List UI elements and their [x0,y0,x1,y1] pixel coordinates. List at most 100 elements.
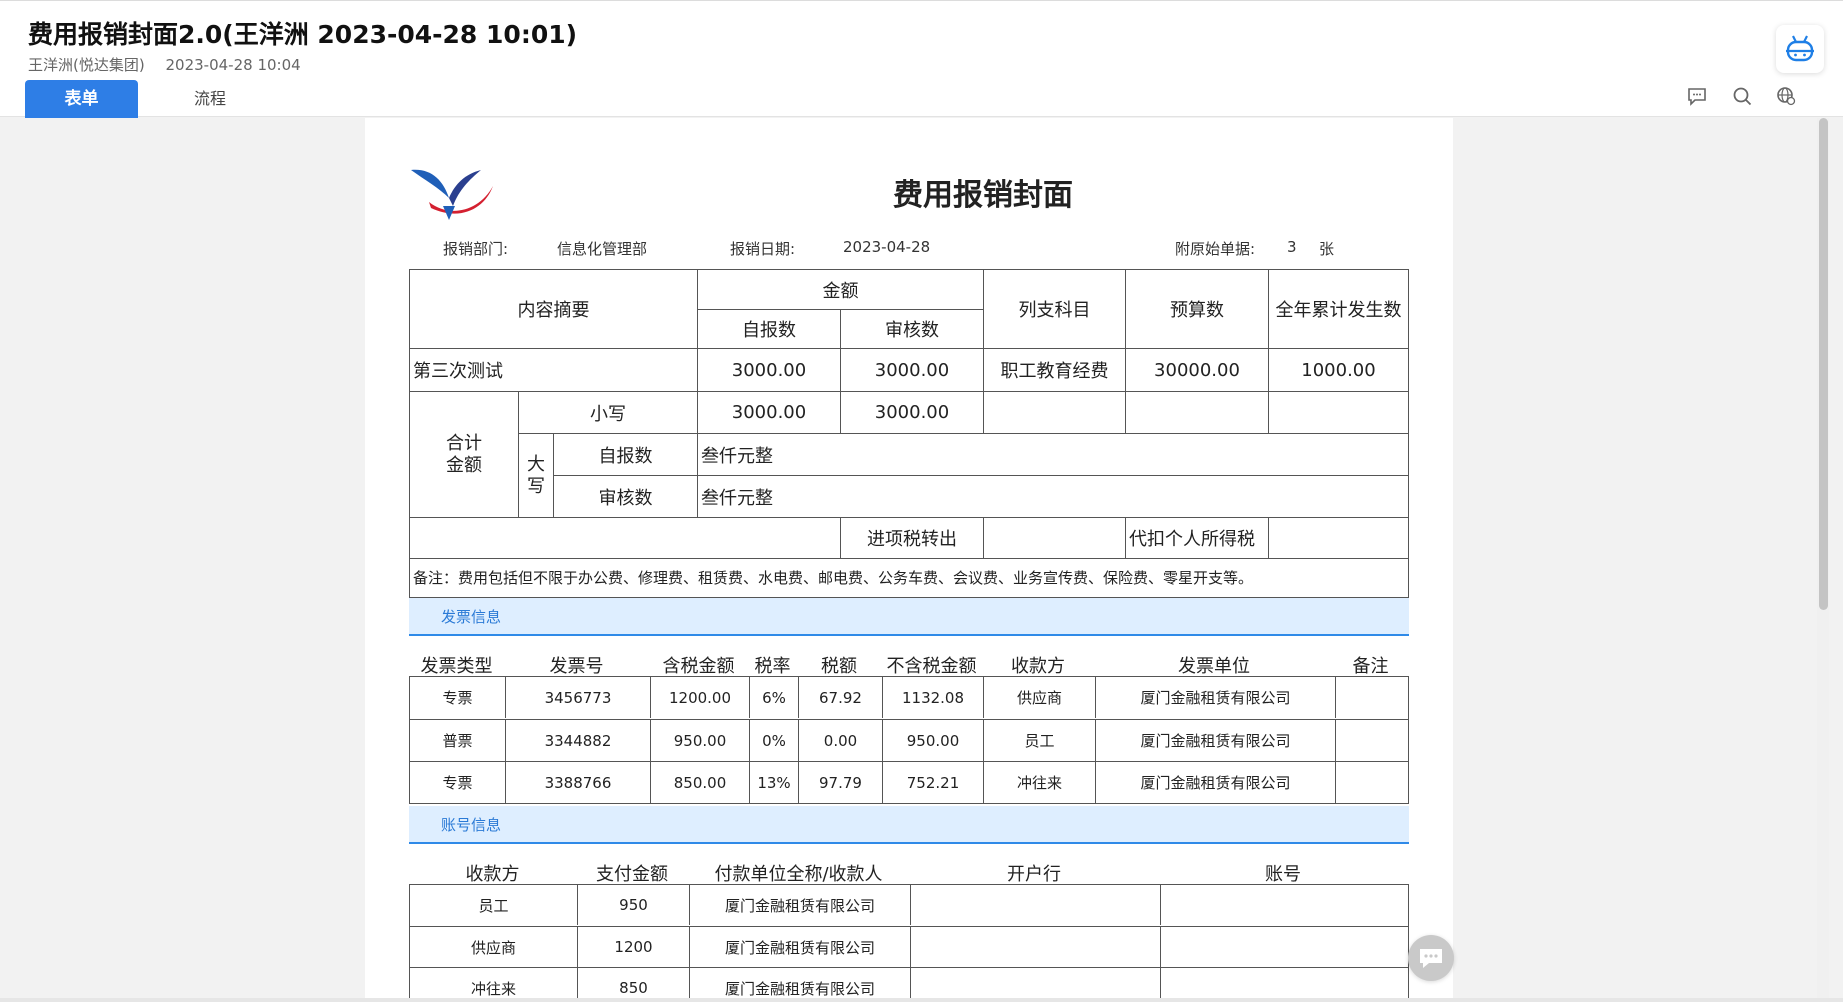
author-name: 王洋洲(悦达集团) [28,56,145,74]
big-label-line1: 大 [527,453,545,475]
invoice-col-header: 不含税金额 [886,656,977,677]
invoice-cell: 67.92 [798,677,882,718]
account-cell: 厦门金融租赁有限公司 [689,927,910,967]
globe-settings-icon[interactable] [1775,85,1797,107]
account-cell [910,968,1160,1002]
page-title: 费用报销封面2.0(王洋洲 2023-04-28 10:01) [28,20,578,49]
dept-value: 信息化管理部 [557,240,648,258]
tax-empty-left [410,517,840,558]
invoice-col-header: 发票单位 [1178,656,1250,677]
account-cell: 厦门金融租赁有限公司 [689,968,910,1002]
account-col-header: 收款方 [465,864,520,885]
account-section-header[interactable]: 账号信息 [409,806,1409,844]
header-yearly: 全年累计发生数 [1268,270,1408,348]
chat-bubble-icon [1420,949,1442,968]
big-label: 大 写 [518,433,553,517]
big-self-value: 叁仟元整 [697,433,1408,475]
big-label-line2: 写 [527,475,545,497]
invoice-col-header: 含税金额 [662,656,735,677]
invoice-section-header[interactable]: 发票信息 [409,598,1409,636]
invoice-cell: 员工 [983,720,1095,761]
invoice-cell: 1200.00 [650,677,749,718]
account-col-header: 账号 [1265,864,1301,885]
row-subject: 职工教育经费 [983,348,1125,391]
invoice-cell: 0.00 [798,720,882,761]
bottom-divider [0,998,1843,1002]
invoice-cell: 850.00 [650,762,749,803]
form-document: 费用报销封面 报销部门: 信息化管理部 报销日期: 2023-04-28 附原始… [365,118,1453,1002]
invoice-cell: 1132.08 [882,677,983,718]
small-label: 小写 [518,391,697,433]
account-row: 冲往来 850 厦门金融租赁有限公司 [410,967,1408,1002]
attach-label: 附原始单据: [1175,240,1256,258]
tax-out-label: 进项税转出 [840,517,983,558]
row-budget: 30000.00 [1125,348,1268,391]
small-empty-yearly [1268,391,1408,433]
assistant-robot-icon[interactable] [1776,25,1824,73]
invoice-cell: 专票 [442,689,473,707]
invoice-col-header: 税额 [821,656,857,677]
invoice-cell: 供应商 [983,677,1095,718]
tax-personal-label: 代扣个人所得税 [1125,517,1268,558]
tax-out-value [983,517,1125,558]
small-self: 3000.00 [697,391,840,433]
invoice-cell: 3456773 [505,677,650,718]
header-amount: 金额 [697,270,983,309]
tab-flow[interactable]: 流程 [170,80,250,118]
total-label-line2: 金额 [446,454,482,476]
dept-label: 报销部门: [443,240,509,258]
date-label: 报销日期: [730,240,796,258]
account-cell: 供应商 [470,938,516,957]
big-audit-value: 叁仟元整 [697,475,1408,517]
total-label-line1: 合计 [446,432,482,454]
row-audit: 3000.00 [840,348,983,391]
small-audit: 3000.00 [840,391,983,433]
header-self: 自报数 [697,309,840,348]
account-cell [910,885,1160,925]
tab-form[interactable]: 表单 [25,80,138,118]
total-amount-label: 合计 金额 [410,391,518,517]
invoice-cell: 950.00 [882,720,983,761]
invoice-cell: 专票 [442,774,473,792]
invoice-cell: 3388766 [505,762,650,803]
account-col-header: 开户行 [1007,864,1061,885]
chat-float-button[interactable] [1408,935,1454,981]
top-header: 费用报销封面2.0(王洋洲 2023-04-28 10:01) 王洋洲(悦达集团… [0,0,1843,118]
invoice-row: 专票 3388766 850.00 13% 97.79 752.21 冲往来 厦门金融租赁有限… [410,761,1408,803]
invoice-col-header: 发票号 [549,656,604,677]
account-cell: 1200 [577,927,689,967]
attach-count: 3 [1287,238,1297,256]
summary-table: 内容摘要 金额 自报数 审核数 列支科目 预算数 全年累计发生数 第三次测试 3… [409,269,1409,559]
invoice-row: 普票 3344882 950.00 0% 0.00 950.00 员工 厦门金融租赁有限公司 [410,719,1408,761]
tax-personal-value [1268,517,1408,558]
row-content: 第三次测试 [410,348,697,391]
comment-icon[interactable] [1686,85,1708,107]
invoice-cell: 厦门金融租赁有限公司 [1095,720,1335,761]
small-empty-subject [983,391,1125,433]
account-cell: 厦门金融租赁有限公司 [689,885,910,925]
account-cell [1160,927,1408,967]
row-self: 3000.00 [697,348,840,391]
big-self-label: 自报数 [553,433,697,475]
account-cell [1160,968,1408,1002]
account-cell [1160,885,1408,925]
company-logo [411,169,493,220]
account-cell: 850 [577,968,689,1002]
header-budget: 预算数 [1125,270,1268,348]
account-col-header: 支付金额 [596,864,668,885]
remark-note: 备注：费用包括但不限于办公费、修理费、租赁费、水电费、邮电费、公务车费、会议费、… [409,558,1409,598]
small-empty-budget [1125,391,1268,433]
account-row: 员工 950 厦门金融租赁有限公司 [410,885,1408,926]
header-subject: 列支科目 [983,270,1125,348]
search-icon[interactable] [1731,85,1753,107]
app-root: 费用报销封面2.0(王洋洲 2023-04-28 10:01) 王洋洲(悦达集团… [0,0,1843,1002]
account-cell: 950 [577,885,689,925]
invoice-cell [1335,720,1408,761]
invoice-col-header: 发票类型 [420,656,493,677]
scrollbar-thumb[interactable] [1819,118,1828,610]
invoice-cell: 厦门金融租赁有限公司 [1095,677,1335,718]
invoice-cell [1335,762,1408,803]
invoice-cell: 97.79 [798,762,882,803]
account-table: 员工 950 厦门金融租赁有限公司 供应商 1200 厦门金融租赁有限公司 冲往来 850 厦门… [409,884,1409,1002]
page-subtitle: 王洋洲(悦达集团) 2023-04-28 10:04 [28,54,301,75]
